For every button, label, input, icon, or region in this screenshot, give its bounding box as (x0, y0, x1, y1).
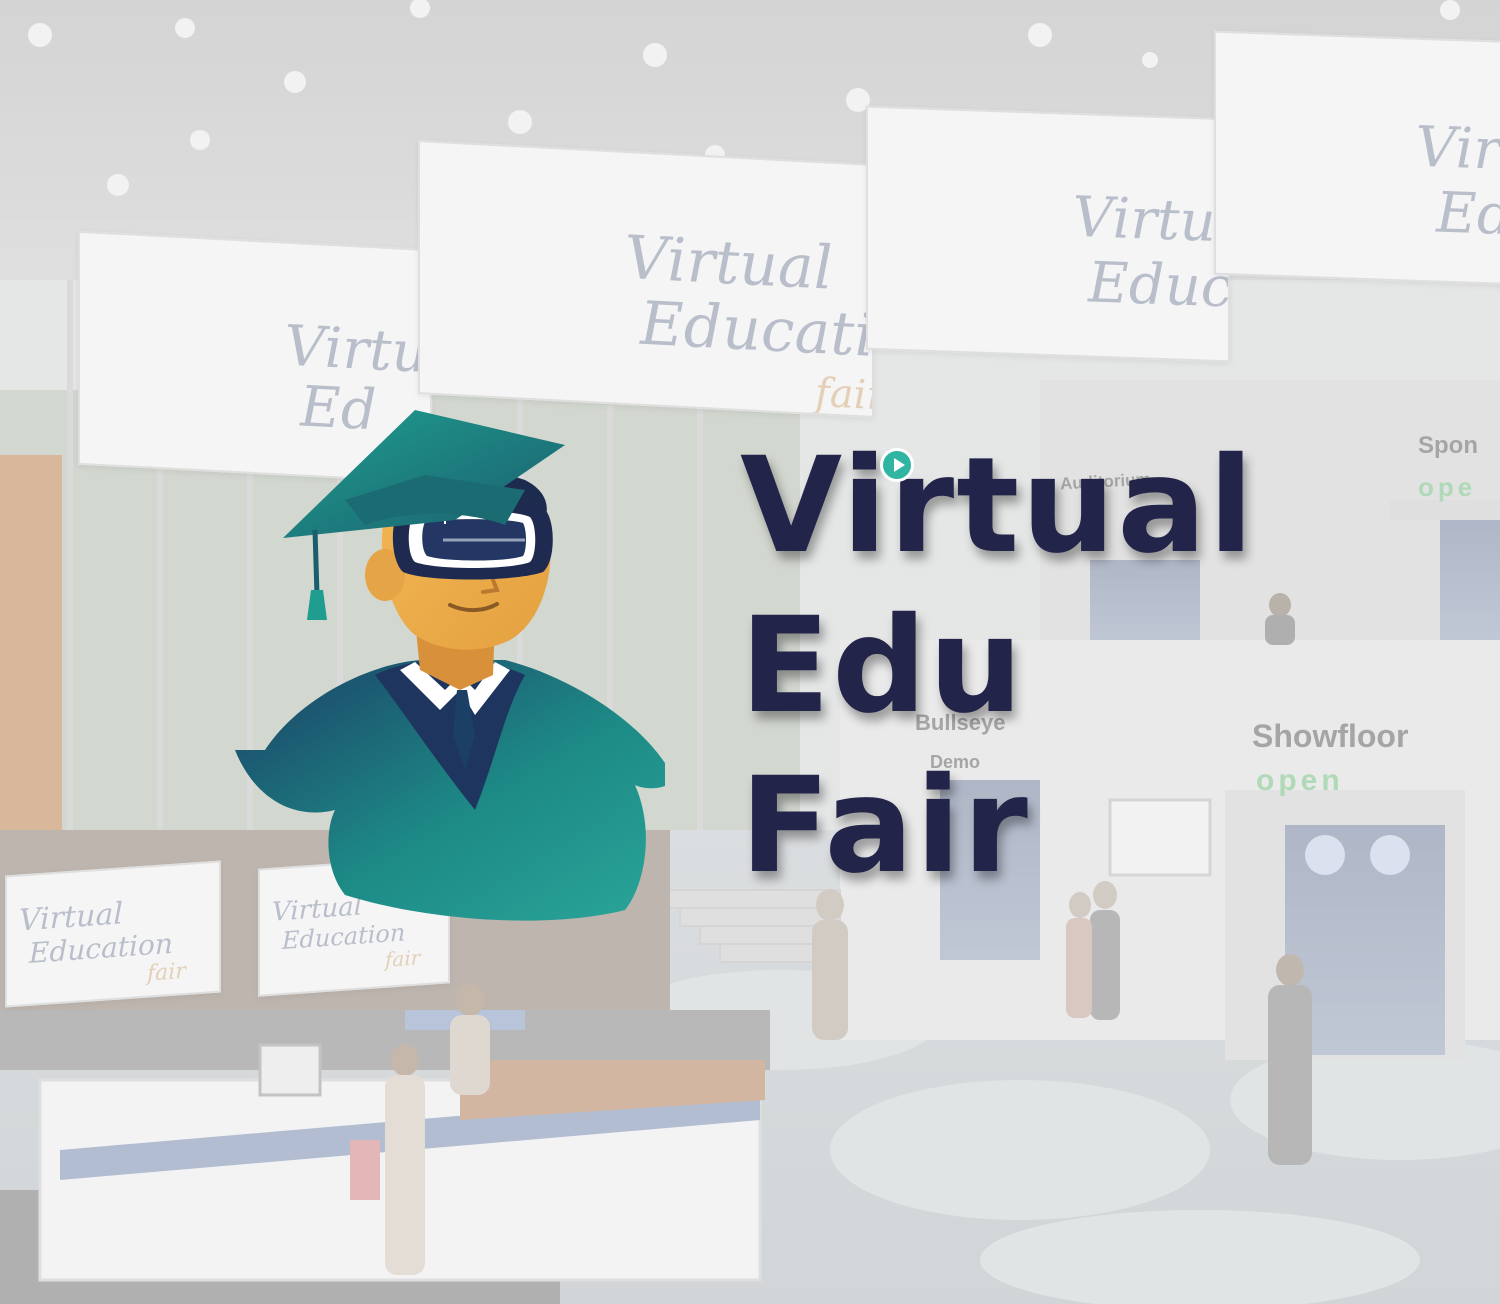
brand-line-fair: Fair (740, 749, 1030, 903)
brand-line-edu: Edu (740, 589, 1025, 743)
hanging-banner: Virtual Education fair (418, 140, 874, 418)
sponsors-label: Spon (1418, 432, 1478, 459)
sponsors-open-label: ope (1418, 472, 1477, 502)
graduate-vr-headset-icon (235, 410, 665, 921)
brand-line-virtual: Virtual (740, 429, 1256, 583)
virtual-edu-fair-poster: Virtua Ed Virtual Education fair Virtua … (0, 0, 1500, 1304)
brand-wordmark: Virtual Edu Fair (740, 440, 1300, 900)
play-button-icon (880, 448, 914, 482)
hanging-banner: Virtua Education (866, 105, 1230, 363)
wall-banner: Virtual Education fair (5, 860, 221, 1008)
hanging-banner: Vir Ed (1214, 30, 1500, 286)
